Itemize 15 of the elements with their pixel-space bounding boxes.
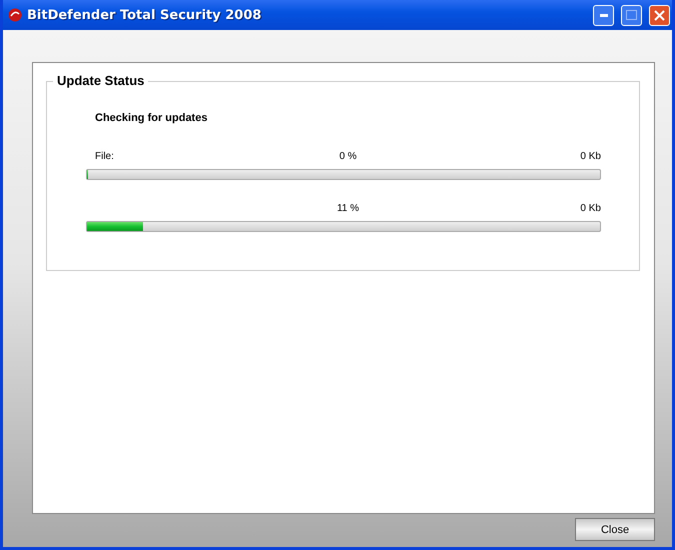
close-button[interactable]: Close <box>575 518 655 541</box>
group-title: Update Status <box>53 73 148 88</box>
window-title: BitDefender Total Security 2008 <box>27 8 262 22</box>
close-window-button[interactable] <box>649 4 670 26</box>
size-text: 0 Kb <box>580 203 601 214</box>
size-text: 0 Kb <box>580 151 601 162</box>
maximize-button[interactable] <box>621 4 642 26</box>
minimize-button[interactable] <box>593 4 614 26</box>
percent-text: 0 % <box>339 151 357 162</box>
status-message: Checking for updates <box>95 112 208 124</box>
close-icon <box>654 10 665 20</box>
minimize-icon <box>600 14 608 16</box>
maximize-icon <box>626 10 637 20</box>
file-label: File: <box>95 151 114 162</box>
percent-text: 11 % <box>336 203 360 214</box>
